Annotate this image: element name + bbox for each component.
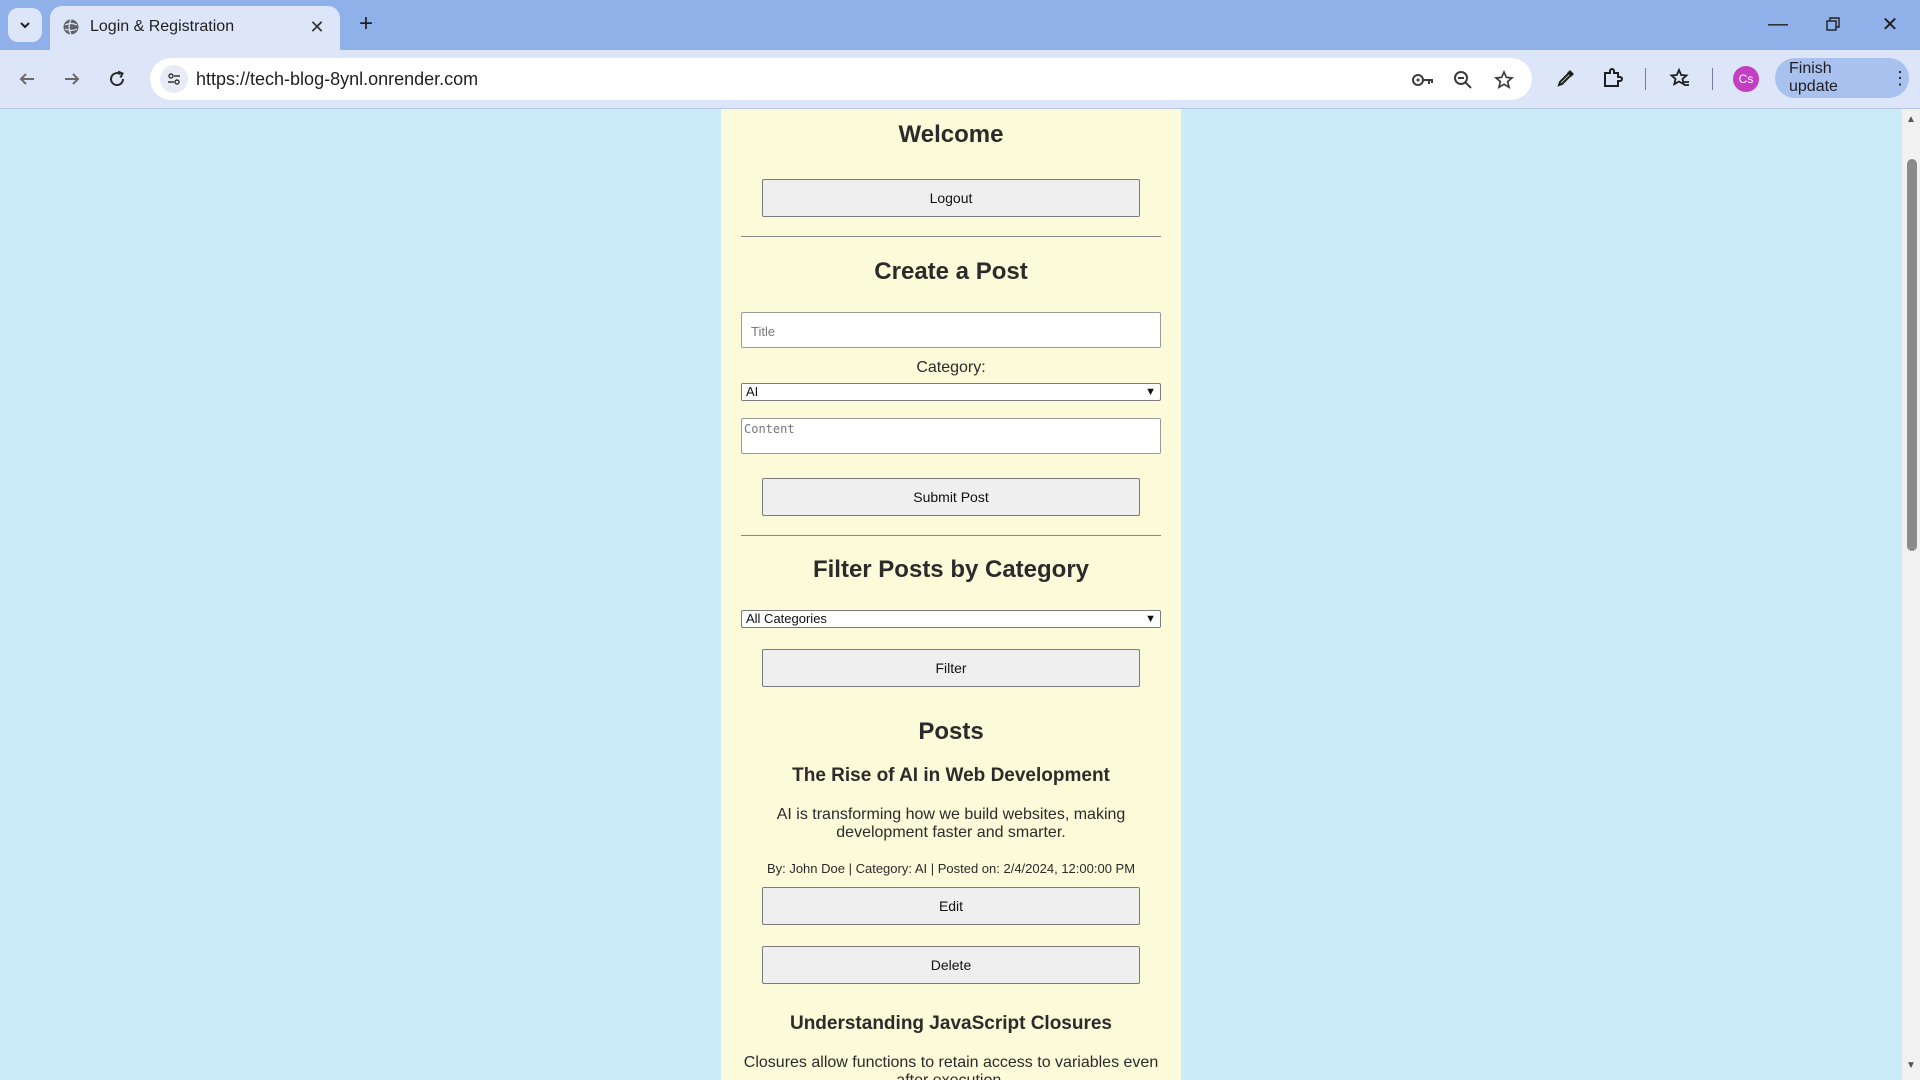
forward-arrow-icon xyxy=(65,73,80,85)
post-content-textarea[interactable]: Content xyxy=(741,418,1161,454)
welcome-heading: Welcome xyxy=(898,121,1004,148)
filter-button[interactable]: Filter xyxy=(762,649,1140,687)
toolbar-divider xyxy=(1712,68,1713,90)
key-icon[interactable] xyxy=(1410,67,1436,93)
eyedropper-icon[interactable] xyxy=(1550,62,1582,94)
chevron-down-icon: ▼ xyxy=(1145,386,1156,398)
browser-tab[interactable]: Login & Registration ✕ xyxy=(50,6,340,50)
create-post-heading: Create a Post xyxy=(874,258,1028,285)
chevron-down-icon xyxy=(20,22,30,29)
finish-update-label: Finish update xyxy=(1789,60,1838,95)
bookmark-star-icon[interactable] xyxy=(1491,67,1517,93)
page-viewport: Welcome Logout Create a Post Title Categ… xyxy=(0,109,1902,1080)
browser-toolbar: https://tech-blog-8ynl.onrender.com xyxy=(0,50,1920,109)
delete-post-button[interactable]: Delete xyxy=(762,946,1140,984)
restore-icon xyxy=(1826,17,1840,31)
reload-button[interactable] xyxy=(100,62,134,96)
minimize-button[interactable]: — xyxy=(1758,10,1798,38)
submit-post-button[interactable]: Submit Post xyxy=(762,478,1140,516)
back-arrow-icon xyxy=(19,73,34,85)
post-title-input[interactable]: Title xyxy=(741,312,1161,348)
category-select-value: AI xyxy=(746,384,759,399)
more-menu-icon[interactable]: ⋮ xyxy=(1891,68,1909,89)
filter-heading: Filter Posts by Category xyxy=(812,556,1090,583)
post-title: The Rise of AI in Web Development xyxy=(792,765,1110,786)
tab-title: Login & Registration xyxy=(90,18,235,35)
category-select[interactable]: AI ▼ xyxy=(741,383,1161,401)
back-button[interactable] xyxy=(10,62,44,96)
post-meta: By: John Doe | Category: AI | Posted on:… xyxy=(766,861,1136,876)
toolbar-divider xyxy=(1645,68,1646,90)
finish-update-button[interactable]: Finish update ⋮ xyxy=(1775,58,1909,98)
divider xyxy=(741,535,1161,536)
restore-button[interactable] xyxy=(1813,10,1853,38)
divider xyxy=(741,236,1161,237)
scroll-down-arrow-icon[interactable]: ▼ xyxy=(1905,1061,1917,1071)
logout-button[interactable]: Logout xyxy=(762,179,1140,217)
profile-avatar[interactable]: Cs xyxy=(1733,66,1759,92)
tab-search-button[interactable] xyxy=(8,8,42,42)
reload-icon xyxy=(110,70,125,87)
reading-list-icon[interactable] xyxy=(1663,62,1695,94)
filter-select-value: All Categories xyxy=(746,611,827,626)
page-scrollbar[interactable]: ▲ ▼ xyxy=(1902,109,1920,1080)
new-tab-button[interactable]: + xyxy=(352,10,380,38)
address-bar[interactable]: https://tech-blog-8ynl.onrender.com xyxy=(150,58,1532,100)
post-title: Understanding JavaScript Closures xyxy=(789,1013,1113,1034)
site-info-icon[interactable] xyxy=(160,65,188,93)
filter-category-select[interactable]: All Categories ▼ xyxy=(741,610,1161,628)
forward-button[interactable] xyxy=(55,62,89,96)
posts-heading: Posts xyxy=(918,718,984,745)
edit-post-button[interactable]: Edit xyxy=(762,887,1140,925)
post-body: Closures allow functions to retain acces… xyxy=(743,1054,1159,1080)
close-window-button[interactable]: ✕ xyxy=(1870,10,1910,38)
main-panel: Welcome Logout Create a Post Title Categ… xyxy=(721,109,1181,1080)
globe-icon xyxy=(63,19,79,35)
browser-tab-bar: Login & Registration ✕ + — ✕ xyxy=(0,0,1920,50)
close-tab-icon[interactable]: ✕ xyxy=(306,16,328,38)
url-text: https://tech-blog-8ynl.onrender.com xyxy=(196,69,479,89)
post-body: AI is transforming how we build websites… xyxy=(776,806,1126,841)
category-label: Category: xyxy=(916,359,986,376)
scrollbar-thumb[interactable] xyxy=(1907,159,1917,551)
chevron-down-icon: ▼ xyxy=(1145,613,1156,625)
scroll-up-arrow-icon[interactable]: ▲ xyxy=(1905,115,1917,125)
extensions-icon[interactable] xyxy=(1596,62,1628,94)
zoom-icon[interactable] xyxy=(1450,67,1476,93)
